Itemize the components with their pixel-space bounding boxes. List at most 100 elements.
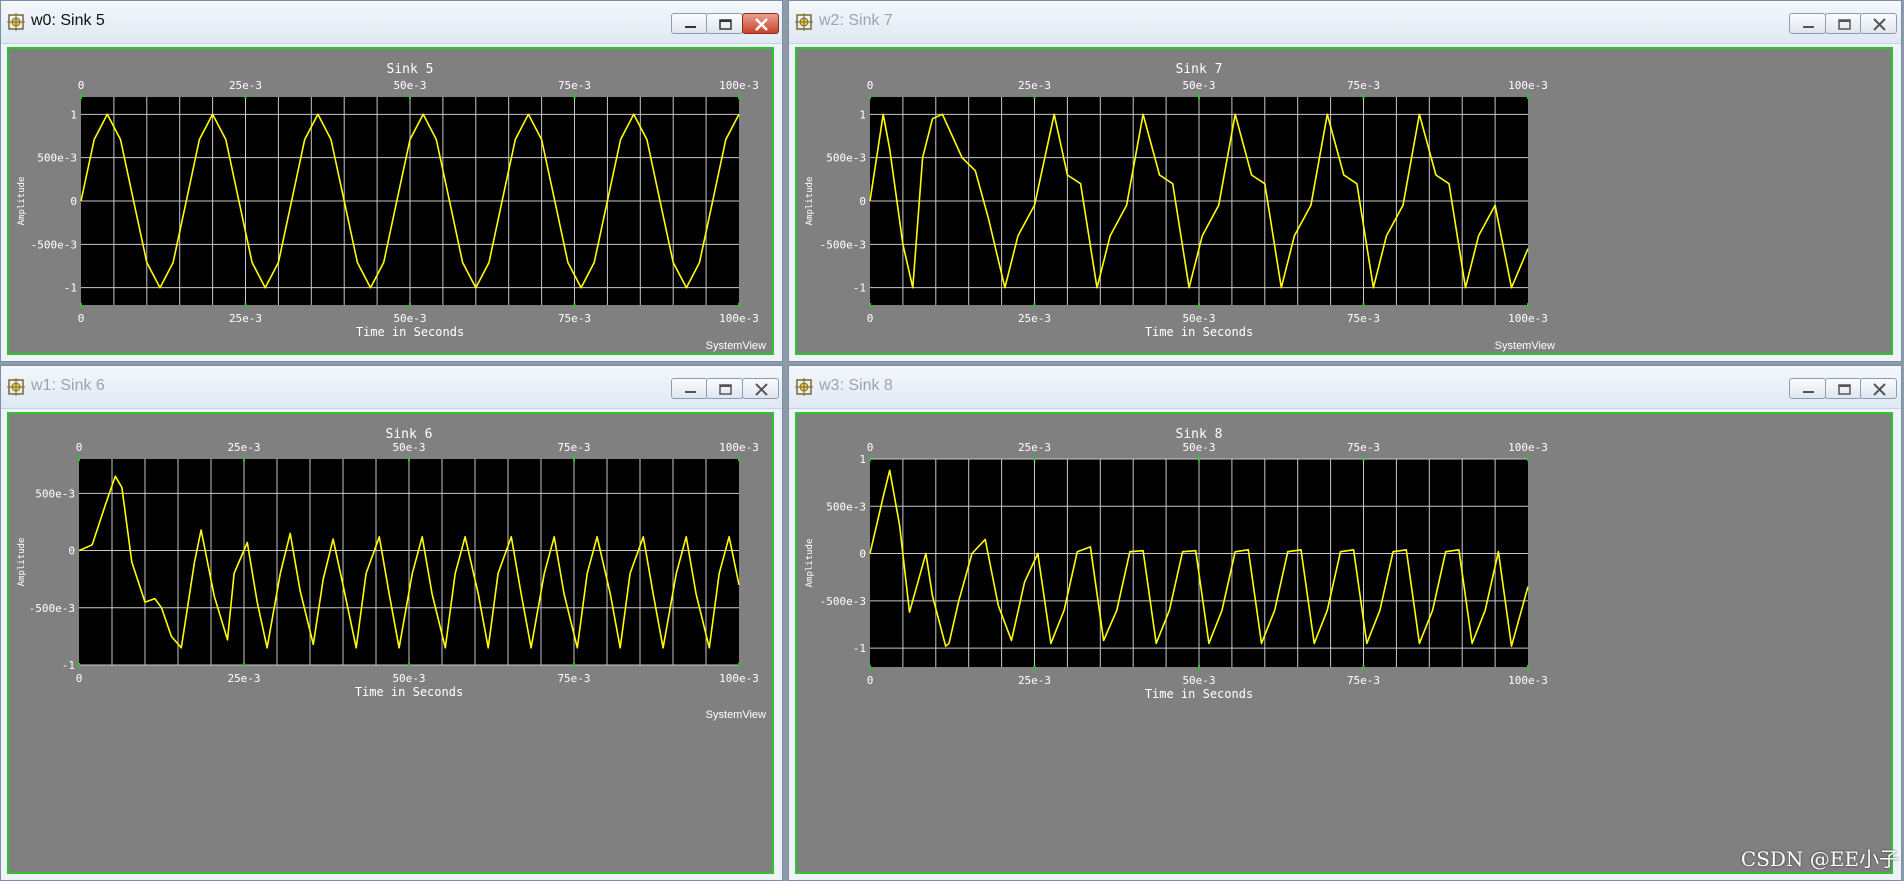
restore-button[interactable] (1825, 13, 1862, 34)
plot-title: Sink 5 (387, 62, 434, 77)
x-tick-label-bottom: 25e-3 (1018, 312, 1051, 325)
plot-client-area[interactable]: Sink 8 0 0 25e-3 25e-3 50e-3 50e-3 75e-3 75e-3 10… (795, 412, 1893, 874)
restore-button[interactable] (706, 378, 743, 399)
minimize-button[interactable] (671, 13, 708, 34)
y-tick-label: -1 (64, 282, 77, 295)
y-tick-label: -500e-3 (820, 238, 866, 251)
x-tick-label-top: 50e-3 (392, 441, 425, 454)
y-tick-label: -500e-3 (31, 238, 77, 251)
sink-8-window[interactable]: w3: Sink 8 Sink 8 0 0 25e-3 25e-3 50e-3 50e-3 7… (788, 365, 1902, 881)
y-axis-label: Amplitude (805, 177, 815, 226)
window-titlebar[interactable]: w0: Sink 5 (1, 1, 782, 44)
y-tick-label: 1 (859, 453, 866, 466)
x-axis-label: Time in Seconds (356, 325, 464, 339)
close-button[interactable] (1860, 13, 1897, 34)
sink-6-window[interactable]: w1: Sink 6 Sink 6 0 0 25e-3 25e-3 50e-3 50e-3 7… (0, 365, 783, 881)
x-tick-label-bottom: 100e-3 (1508, 312, 1548, 325)
x-tick-label-top: 25e-3 (229, 79, 262, 92)
y-tick-label: 500e-3 (37, 152, 77, 165)
x-tick-label-bottom: 50e-3 (393, 312, 426, 325)
x-tick-label-top: 75e-3 (558, 79, 591, 92)
x-tick-label-bottom: 75e-3 (558, 312, 591, 325)
systemview-sink-icon (7, 13, 25, 31)
x-tick-label-bottom: 0 (867, 312, 874, 325)
window-titlebar[interactable]: w3: Sink 8 (789, 366, 1901, 409)
x-axis-label: Time in Seconds (1145, 325, 1253, 339)
x-tick-label-top: 100e-3 (1508, 441, 1548, 454)
x-tick-label-top: 75e-3 (1347, 79, 1380, 92)
x-tick-label-top: 0 (76, 441, 83, 454)
restore-icon (719, 384, 732, 395)
y-tick-label: 500e-3 (826, 500, 866, 513)
sink-7-plot[interactable]: Sink 70025e-325e-350e-350e-375e-375e-310… (797, 49, 1563, 357)
x-tick-label-top: 100e-3 (719, 79, 759, 92)
x-tick-label-bottom: 100e-3 (719, 672, 759, 685)
x-tick-label-bottom: 25e-3 (229, 312, 262, 325)
x-tick-label-top: 75e-3 (1347, 441, 1380, 454)
close-icon (1873, 383, 1886, 396)
minimize-button[interactable] (1789, 378, 1826, 399)
window-title: w1: Sink 6 (31, 377, 105, 394)
restore-button[interactable] (706, 13, 743, 34)
close-button[interactable] (742, 378, 779, 399)
x-axis-label: Time in Seconds (355, 685, 463, 699)
x-tick-label-top: 25e-3 (227, 441, 260, 454)
y-tick-label: -1 (853, 642, 866, 655)
x-tick-label-top: 50e-3 (1182, 79, 1215, 92)
sink-7-window[interactable]: w2: Sink 7 Sink 7 0 0 25e-3 25e-3 50e-3 50e-3 7… (788, 0, 1902, 362)
restore-button[interactable] (1825, 378, 1862, 399)
close-button[interactable] (1860, 378, 1897, 399)
sink-5-window[interactable]: w0: Sink 5 Sink 5 0 0 25e-3 25e-3 50e-3 50e-3 7… (0, 0, 783, 362)
x-tick-label-bottom: 0 (867, 674, 874, 687)
x-tick-label-bottom: 100e-3 (719, 312, 759, 325)
y-tick-label: -500e-3 (820, 595, 866, 608)
sink-5-plot[interactable]: Sink 5 0 0 25e-3 25e-3 50e-3 50e-3 75e-3 75e-3 10… (9, 49, 774, 357)
x-tick-label-bottom: 0 (78, 312, 85, 325)
minimize-icon (1803, 391, 1814, 393)
plot-client-area[interactable]: Sink 5 0 0 25e-3 25e-3 50e-3 50e-3 75e-3 75e-3 10… (7, 47, 774, 355)
y-tick-label: 0 (70, 195, 77, 208)
systemview-sink-icon (795, 378, 813, 396)
x-tick-label-bottom: 50e-3 (1182, 674, 1215, 687)
minimize-icon (685, 26, 696, 28)
window-title: w0: Sink 5 (31, 12, 105, 29)
y-tick-label: 1 (859, 108, 866, 121)
y-tick-label: -1 (853, 282, 866, 295)
y-tick-label: 1 (70, 108, 77, 121)
window-titlebar[interactable]: w2: Sink 7 (789, 1, 1901, 44)
y-tick-label: 0 (859, 548, 866, 561)
x-tick-label-bottom: 25e-3 (1018, 674, 1051, 687)
x-tick-label-top: 100e-3 (719, 441, 759, 454)
minimize-button[interactable] (671, 378, 708, 399)
close-button[interactable] (742, 13, 779, 34)
plot-title: Sink 7 (1176, 62, 1223, 77)
minimize-button[interactable] (1789, 13, 1826, 34)
systemview-sink-icon (7, 378, 25, 396)
x-tick-label-bottom: 25e-3 (227, 672, 260, 685)
x-tick-label-top: 25e-3 (1018, 79, 1051, 92)
y-tick-label: -1 (62, 659, 75, 672)
plot-client-area[interactable]: Sink 7 0 0 25e-3 25e-3 50e-3 50e-3 75e-3 75e-3 10… (795, 47, 1893, 355)
systemview-brand-label: SystemView (706, 709, 766, 721)
y-axis-label: Amplitude (805, 539, 815, 588)
x-tick-label-top: 0 (867, 79, 874, 92)
x-tick-label-bottom: 75e-3 (557, 672, 590, 685)
restore-icon (1838, 384, 1851, 395)
window-titlebar[interactable]: w1: Sink 6 (1, 366, 782, 409)
x-tick-label-top: 0 (867, 441, 874, 454)
close-icon (755, 18, 768, 31)
x-tick-label-bottom: 50e-3 (392, 672, 425, 685)
x-tick-label-top: 50e-3 (1182, 441, 1215, 454)
plot-title: Sink 8 (1176, 427, 1223, 442)
minimize-icon (1803, 26, 1814, 28)
minimize-icon (685, 391, 696, 393)
x-tick-label-top: 50e-3 (393, 79, 426, 92)
x-tick-label-bottom: 0 (76, 672, 83, 685)
plot-client-area[interactable]: Sink 6 0 0 25e-3 25e-3 50e-3 50e-3 75e-3 75e-3 10… (7, 412, 774, 874)
window-title: w2: Sink 7 (819, 12, 893, 29)
sink-6-plot[interactable]: Sink 6 0 0 25e-3 25e-3 50e-3 50e-3 75e-3 75e-3 10… (9, 414, 774, 726)
sink-8-plot[interactable]: Sink 80025e-325e-350e-350e-375e-375e-310… (797, 414, 1563, 726)
window-title: w3: Sink 8 (819, 377, 893, 394)
close-icon (755, 383, 768, 396)
x-tick-label-bottom: 50e-3 (1182, 312, 1215, 325)
